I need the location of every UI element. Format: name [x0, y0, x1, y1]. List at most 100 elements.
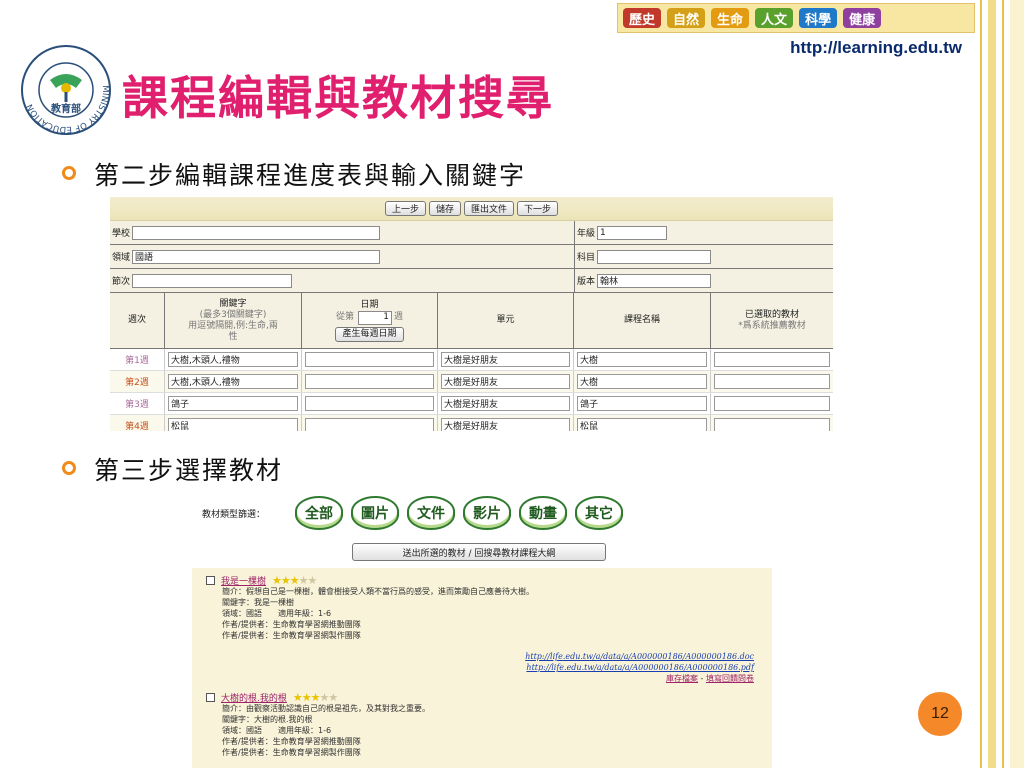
next-step-button[interactable]: 下一步: [517, 201, 559, 216]
feedback-survey-link[interactable]: 填寫回饋問卷: [706, 674, 754, 683]
material-domain-grade: 領域：國語 適用年級：1-6: [222, 609, 332, 618]
page-title: 課程編輯與教材搜尋: [122, 71, 554, 125]
material-results-list: 我是一棵樹 ★★★★★ 簡介：假想自己是一棵樹，體會樹接受人類不當行爲的感受，進…: [192, 568, 772, 768]
unit-input[interactable]: 大樹是好朋友: [441, 418, 570, 431]
table-row: 第1週 大樹,木頭人,禮物 大樹是好朋友 大樹: [110, 349, 833, 371]
material-input[interactable]: [714, 352, 830, 367]
filter-video-button[interactable]: 影片: [463, 496, 512, 530]
unit-input[interactable]: 大樹是好朋友: [441, 374, 570, 389]
material-checkbox[interactable]: [206, 575, 215, 585]
material-author: 作者/提供者：生命教育學習網製作團隊: [222, 631, 361, 640]
list-item: 我是一棵樹 ★★★★★ 簡介：假想自己是一棵樹，體會樹接受人類不當行爲的感受，進…: [206, 574, 772, 685]
material-column-header: 已選取的教材 *爲系統推薦教材: [738, 309, 806, 331]
keyword-column-header: 關鍵字 (最多3個關鍵字) 用逗號隔開,例:生命,兩 性: [165, 293, 302, 348]
material-title-link[interactable]: 我是一棵樹: [221, 574, 266, 587]
material-input[interactable]: [714, 374, 830, 389]
week-cell: 第3週: [110, 393, 165, 414]
material-checkbox[interactable]: [206, 692, 215, 702]
unit-column-header: 單元: [438, 293, 574, 348]
course-input[interactable]: 大樹: [577, 374, 707, 389]
editor-toolbar: 上一步 儲存 匯出文件 下一步: [110, 197, 833, 221]
date-input[interactable]: [305, 418, 434, 431]
week-cell: 第1週: [110, 349, 165, 370]
edition-input[interactable]: 翰林: [597, 273, 712, 288]
unit-input[interactable]: 大樹是好朋友: [441, 396, 570, 411]
material-input[interactable]: [714, 396, 830, 411]
banner-tab-health[interactable]: 健康: [843, 8, 882, 28]
table-row: 第2週 大樹,木頭人,禮物 大樹是好朋友 大樹: [110, 371, 833, 393]
filter-other-button[interactable]: 其它: [575, 496, 624, 530]
start-week-input[interactable]: 1: [358, 310, 392, 325]
logo-chinese-text: 教育部: [50, 102, 81, 115]
edition-label: 版本: [577, 277, 596, 287]
course-column-header: 課程名稱: [574, 293, 711, 348]
unit-input[interactable]: 大樹是好朋友: [441, 352, 570, 367]
table-row: 第4週 松鼠 大樹是好朋友 松鼠: [110, 415, 833, 431]
material-keywords: 關鍵字：大樹的根.我的根: [222, 715, 313, 724]
section-row: 節次 版本 翰林: [110, 269, 833, 293]
step2-heading: 第二步編輯課程進度表與輸入關鍵字: [94, 161, 527, 190]
material-selector-panel: 教材類型篩選： 全部 圖片 文件 影片 動畫 其它 送出所選的教材 / 回搜尋教…: [192, 490, 772, 768]
schedule-table-header: 週次 關鍵字 (最多3個關鍵字) 用逗號隔開,例:生命,兩 性 日期 從第 1 …: [110, 293, 833, 349]
material-doc-link[interactable]: http://life.edu.tw/a/data/a/A000000186/A…: [206, 651, 772, 662]
domain-row: 領域 國語 科目: [110, 245, 833, 269]
course-editor-panel: 上一步 儲存 匯出文件 下一步 學校 年級 1 領域 國語 科目 節次 版本 翰…: [110, 197, 833, 431]
stock-file-link[interactable]: 庫存檔案: [666, 674, 698, 683]
site-url: http://learning.edu.tw: [790, 38, 962, 57]
banner-tab-humanities[interactable]: 人文: [755, 8, 794, 28]
bullet-icon: [62, 166, 76, 180]
rating-stars-icon: ★★★★★: [292, 690, 338, 704]
grade-label: 年級: [577, 229, 596, 239]
week-cell: 第2週: [110, 371, 165, 392]
domain-input[interactable]: 國語: [132, 249, 381, 264]
course-input[interactable]: 大樹: [577, 352, 707, 367]
date-column-header: 日期 從第 1 週 產生每週日期: [302, 293, 438, 348]
filter-image-button[interactable]: 圖片: [351, 496, 400, 530]
section-input[interactable]: [132, 273, 293, 288]
save-button[interactable]: 儲存: [428, 201, 461, 216]
section-label: 節次: [112, 277, 131, 287]
filter-all-button[interactable]: 全部: [295, 496, 344, 530]
course-input[interactable]: 鴿子: [577, 396, 707, 411]
keyword-input[interactable]: 大樹,木頭人,禮物: [168, 374, 298, 389]
material-input[interactable]: [714, 418, 830, 431]
school-row: 學校 年級 1: [110, 221, 833, 245]
material-summary: 簡介：由觀察活動認識自己的根是祖先，及其對我之重要。: [222, 704, 430, 713]
subject-banner: 歷史 自然 生命 人文 科學 健康: [617, 3, 975, 33]
material-filter-row: 教材類型篩選： 全部 圖片 文件 影片 動畫 其它: [192, 490, 772, 536]
material-summary: 簡介：假想自己是一棵樹，體會樹接受人類不當行爲的感受，進而策勵自己應善待大樹。: [222, 587, 534, 596]
date-input[interactable]: [305, 374, 434, 389]
week-column-header: 週次: [110, 293, 165, 348]
date-input[interactable]: [305, 396, 434, 411]
submit-selected-materials-button[interactable]: 送出所選的教材 / 回搜尋教材課程大綱: [352, 543, 606, 561]
bullet-icon: [62, 461, 76, 475]
material-title-link[interactable]: 大樹的根.我的根: [221, 691, 287, 704]
keyword-input[interactable]: 大樹,木頭人,禮物: [168, 352, 298, 367]
material-keywords: 關鍵字：我是一棵樹: [222, 598, 294, 607]
grade-input[interactable]: 1: [597, 225, 668, 240]
date-input[interactable]: [305, 352, 434, 367]
school-input[interactable]: [132, 225, 381, 240]
right-border-decoration: [976, 0, 1024, 768]
course-input[interactable]: 松鼠: [577, 418, 707, 431]
page-number-badge: 12: [918, 692, 962, 736]
export-document-button[interactable]: 匯出文件: [464, 201, 515, 216]
material-author: 作者/提供者：生命教育學習網推動團隊: [222, 620, 361, 629]
filter-animation-button[interactable]: 動畫: [519, 496, 568, 530]
subject-input[interactable]: [597, 249, 712, 264]
banner-tab-life[interactable]: 生命: [711, 8, 750, 28]
material-author: 作者/提供者：生命教育學習網推動團隊: [222, 737, 361, 746]
filter-document-button[interactable]: 文件: [407, 496, 456, 530]
banner-tab-nature[interactable]: 自然: [667, 8, 706, 28]
rating-stars-icon: ★★★★★: [272, 573, 317, 587]
keyword-input[interactable]: 鴿子: [168, 396, 298, 411]
banner-tab-history[interactable]: 歷史: [623, 8, 662, 28]
banner-tab-science[interactable]: 科學: [799, 8, 838, 28]
keyword-input[interactable]: 松鼠: [168, 418, 298, 431]
ministry-logo: MINISTRY OF EDUCATION 教育部: [21, 45, 111, 135]
prev-step-button[interactable]: 上一步: [384, 201, 426, 216]
generate-weekly-dates-button[interactable]: 產生每週日期: [335, 326, 404, 342]
subject-label: 科目: [577, 253, 596, 263]
material-pdf-link[interactable]: http://life.edu.tw/a/data/a/A000000186/A…: [206, 662, 772, 673]
material-author: 作者/提供者：生命教育學習網製作團隊: [222, 748, 361, 757]
